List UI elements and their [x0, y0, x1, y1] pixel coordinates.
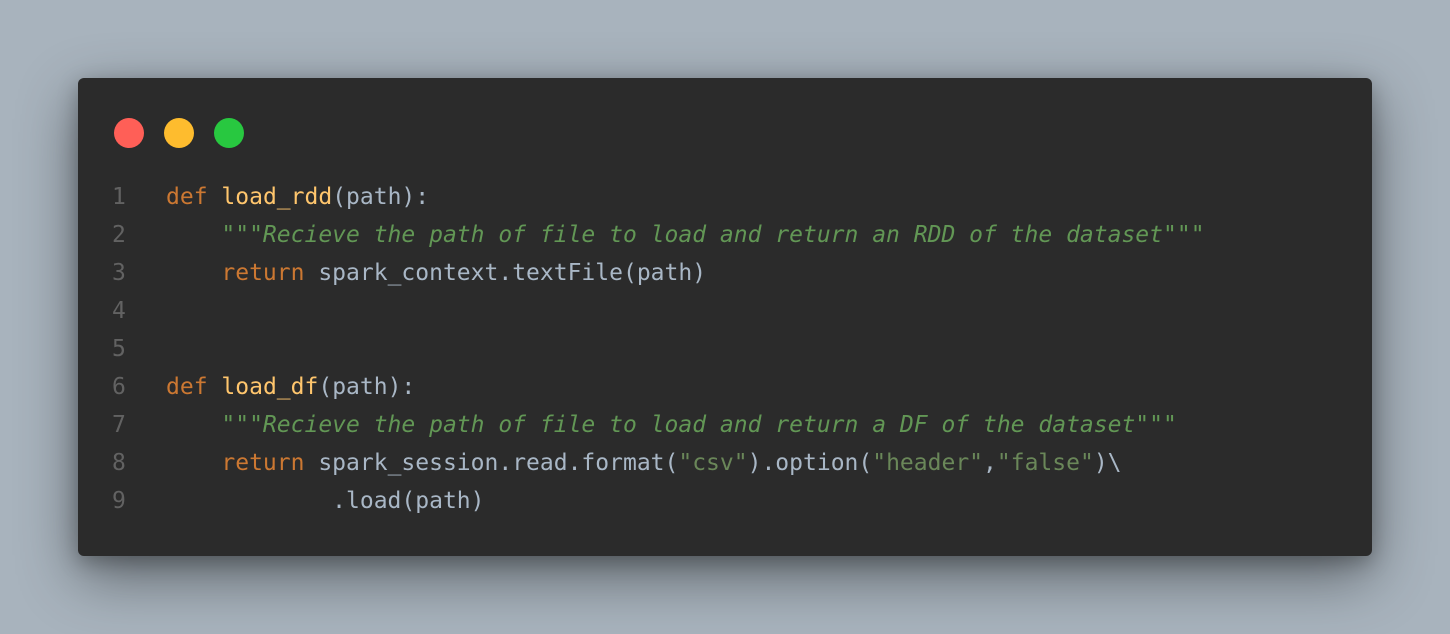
code-token-plain: .load(path): [166, 488, 485, 514]
code-editor[interactable]: 1 def load_rdd(path): 2 """Recieve the pat…: [78, 178, 1372, 520]
code-token-plain: ,: [983, 450, 997, 476]
code-token-plain: spark_context.textFile(path): [304, 260, 707, 286]
line-source: .load(path): [166, 482, 485, 520]
line-number: 5: [112, 336, 126, 362]
line-source: """Recieve the path of file to load and …: [166, 216, 1205, 254]
code-line[interactable]: 7 """Recieve the path of file to load an…: [78, 406, 1372, 444]
code-token-plain: spark_session.read.format(: [304, 450, 679, 476]
code-token-kw: return: [221, 260, 305, 286]
line-source: return spark_context.textFile(path): [166, 254, 706, 292]
code-token-plain: )\: [1093, 450, 1122, 476]
code-line[interactable]: 3 return spark_context.textFile(path): [78, 254, 1372, 292]
code-token-fn: load_df: [221, 374, 319, 400]
close-button[interactable]: [114, 118, 144, 148]
code-token-doc: """Recieve the path of file to load and …: [221, 412, 1177, 438]
line-number: 6: [112, 374, 126, 400]
code-line[interactable]: 8 return spark_session.read.format("csv"…: [78, 444, 1372, 482]
code-line[interactable]: 6 def load_df(path):: [78, 368, 1372, 406]
line-number: 8: [112, 450, 126, 476]
code-token-str: "csv": [678, 450, 748, 476]
line-number: 4: [112, 298, 126, 324]
line-number: 3: [112, 260, 126, 286]
code-token-kw: def: [166, 184, 208, 210]
line-source: """Recieve the path of file to load and …: [166, 406, 1177, 444]
code-token-doc: """Recieve the path of file to load and …: [221, 222, 1205, 248]
code-token-plain: (path):: [318, 374, 416, 400]
code-token-str: "false": [996, 450, 1094, 476]
code-line[interactable]: 4: [78, 292, 1372, 330]
code-token-str: "header": [872, 450, 984, 476]
line-number: 7: [112, 412, 126, 438]
line-number: 2: [112, 222, 126, 248]
line-number: 1: [112, 184, 126, 210]
code-token-kw: def: [166, 374, 208, 400]
code-token-plain: (path):: [332, 184, 430, 210]
code-token-plain: ).option(: [747, 450, 873, 476]
code-token-fn: load_rdd: [221, 184, 333, 210]
line-number: 9: [112, 488, 126, 514]
line-source: def load_rdd(path):: [166, 178, 429, 216]
code-line[interactable]: 9 .load(path): [78, 482, 1372, 520]
code-line[interactable]: 1 def load_rdd(path):: [78, 178, 1372, 216]
code-line[interactable]: 2 """Recieve the path of file to load an…: [78, 216, 1372, 254]
line-source: return spark_session.read.format("csv").…: [166, 444, 1122, 482]
code-token-kw: return: [221, 450, 305, 476]
line-source: def load_df(path):: [166, 368, 415, 406]
code-window: 1 def load_rdd(path): 2 """Recieve the pat…: [78, 78, 1372, 556]
code-line[interactable]: 5: [78, 330, 1372, 368]
minimize-button[interactable]: [164, 118, 194, 148]
maximize-button[interactable]: [214, 118, 244, 148]
